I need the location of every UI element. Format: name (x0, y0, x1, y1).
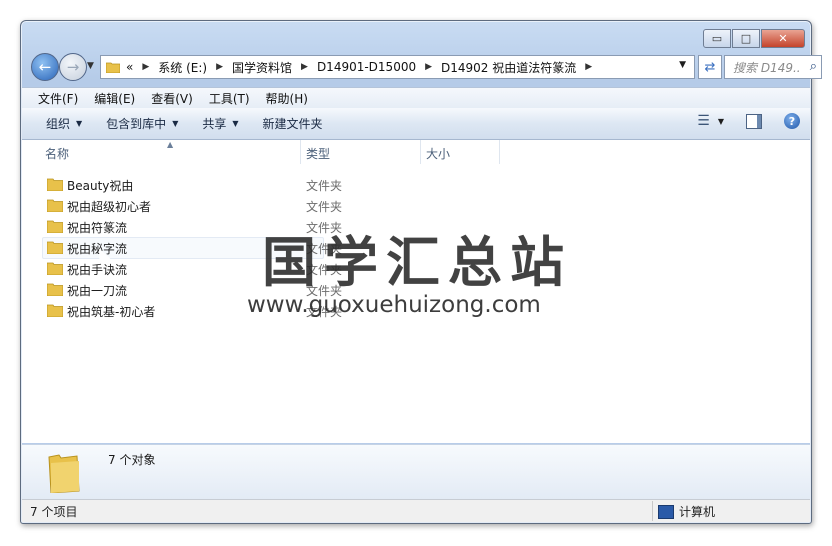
column-header-name[interactable]: 名称 (45, 145, 69, 162)
view-options-icon[interactable]: ☰ (697, 113, 710, 129)
folder-icon (47, 262, 63, 275)
breadcrumb-item-drive[interactable]: 系统 (E:) (158, 59, 207, 76)
back-button[interactable]: ← (31, 53, 59, 81)
share-button[interactable]: 共享 ▼ (202, 115, 238, 132)
chevron-right-icon[interactable]: ▶ (216, 62, 223, 72)
column-header-size[interactable]: 大小 (426, 145, 450, 162)
folder-icon (47, 304, 63, 317)
address-dropdown-icon[interactable]: ▼ (679, 60, 686, 70)
menu-view[interactable]: 查看(V) (151, 90, 193, 107)
file-name: 祝由符篆流 (67, 221, 128, 235)
sort-ascending-icon: ▲ (167, 140, 174, 149)
folder-large-icon (48, 454, 80, 493)
location-label: 计算机 (679, 505, 716, 519)
file-type: 文件夹 (306, 179, 343, 193)
caption-buttons: ▭ □ ✕ (702, 29, 805, 48)
column-divider[interactable] (420, 140, 421, 164)
list-item[interactable]: 祝由超级初心者 文件夹 (22, 195, 810, 216)
folder-icon (47, 178, 63, 191)
menu-file[interactable]: 文件(F) (38, 90, 78, 107)
details-pane: 7 个对象 (22, 444, 810, 499)
new-folder-button[interactable]: 新建文件夹 (263, 115, 323, 132)
command-bar-right: ☰ ▼ ? (697, 113, 800, 129)
column-header-type[interactable]: 类型 (306, 145, 330, 162)
column-divider[interactable] (499, 140, 500, 164)
breadcrumb-overflow[interactable]: « (126, 60, 133, 74)
minimize-button[interactable]: ▭ (703, 29, 731, 48)
address-bar[interactable]: « ▶ 系统 (E:) ▶ 国学资料馆 ▶ D14901-D15000 ▶ D1… (100, 55, 695, 79)
chevron-down-icon: ▼ (232, 119, 239, 128)
item-count: 7 个项目 (30, 505, 78, 519)
file-name: 祝由筑基-初心者 (67, 305, 156, 319)
breadcrumb-item-current[interactable]: D14902 祝由道法符篆流 (441, 59, 576, 76)
recent-pages-dropdown[interactable]: ▼ (87, 61, 94, 71)
refresh-icon: ⇄ (704, 59, 716, 75)
search-icon[interactable]: ⌕ (810, 59, 817, 74)
help-icon[interactable]: ? (784, 113, 800, 129)
list-item[interactable]: Beauty祝由 文件夹 (22, 174, 810, 195)
command-bar: 组织 ▼ 包含到库中 ▼ 共享 ▼ 新建文件夹 ☰ ▼ ? (22, 108, 810, 140)
computer-icon (658, 504, 674, 519)
file-name: 祝由超级初心者 (67, 200, 152, 214)
file-name: 祝由一刀流 (67, 284, 128, 298)
folder-icon (47, 199, 63, 212)
breadcrumb-item-range[interactable]: D14901-D15000 (317, 60, 416, 74)
menu-tools[interactable]: 工具(T) (209, 90, 250, 107)
chevron-right-icon[interactable]: ▶ (425, 62, 432, 72)
search-input[interactable]: 搜索 D149... (733, 59, 799, 76)
chevron-right-icon[interactable]: ▶ (585, 62, 592, 72)
chevron-down-icon: ▼ (172, 119, 179, 128)
folder-icon (106, 62, 120, 73)
folder-icon (47, 241, 63, 254)
folder-icon (47, 283, 63, 296)
view-options-dropdown-icon[interactable]: ▼ (718, 117, 724, 126)
organize-label: 组织 (46, 117, 71, 131)
watermark-url: www.guoxuehuizong.com (247, 292, 541, 318)
status-bar: 7 个项目 计算机 (22, 499, 810, 522)
menu-help[interactable]: 帮助(H) (266, 90, 308, 107)
maximize-button[interactable]: □ (732, 29, 760, 48)
column-header-row: ▲ 名称 类型 大小 (22, 140, 810, 165)
close-button[interactable]: ✕ (761, 29, 805, 48)
back-arrow-icon: ← (38, 58, 52, 76)
navigation-row: ← → ▼ « ▶ 系统 (E:) ▶ 国学资料馆 ▶ D14901-D1500… (30, 52, 822, 82)
share-label: 共享 (202, 117, 227, 131)
new-folder-label: 新建文件夹 (262, 117, 323, 131)
file-name: 祝由手诀流 (67, 263, 128, 277)
forward-arrow-icon: → (66, 58, 80, 76)
status-divider (652, 501, 653, 521)
chevron-down-icon: ▼ (76, 119, 83, 128)
folder-icon (47, 220, 63, 233)
file-type: 文件夹 (306, 200, 343, 214)
chevron-right-icon[interactable]: ▶ (301, 62, 308, 72)
menu-edit[interactable]: 编辑(E) (94, 90, 135, 107)
include-in-library-label: 包含到库中 (106, 117, 167, 131)
column-divider[interactable] (300, 140, 301, 164)
refresh-button[interactable]: ⇄ (698, 55, 722, 79)
breadcrumb: « ▶ 系统 (E:) ▶ 国学资料馆 ▶ D14901-D15000 ▶ D1… (126, 59, 601, 76)
breadcrumb-item-library[interactable]: 国学资料馆 (232, 59, 292, 76)
search-box[interactable]: 搜索 D149... ⌕ (724, 55, 822, 79)
location-indicator: 计算机 (658, 503, 715, 520)
include-in-library-button[interactable]: 包含到库中 ▼ (106, 115, 178, 132)
menu-bar: 文件(F) 编辑(E) 查看(V) 工具(T) 帮助(H) (22, 87, 810, 108)
file-name: Beauty祝由 (67, 179, 134, 193)
watermark-title: 国学汇总站 (262, 231, 572, 294)
forward-button[interactable]: → (59, 53, 87, 81)
selection-count: 7 个对象 (108, 453, 156, 467)
preview-pane-icon[interactable] (746, 113, 762, 129)
chevron-right-icon[interactable]: ▶ (142, 62, 149, 72)
organize-button[interactable]: 组织 ▼ (46, 115, 82, 132)
